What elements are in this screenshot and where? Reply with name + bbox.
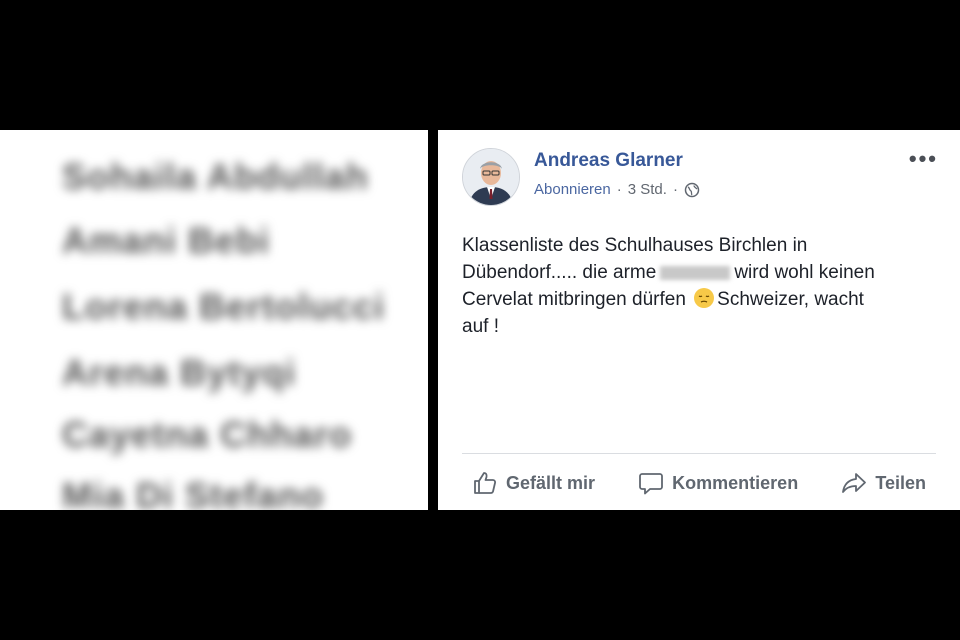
blurred-name: Mia Di Stefano (62, 475, 325, 510)
post-text-line3a: Cervelat mitbringen dürfen (462, 289, 686, 310)
share-label: Teilen (875, 472, 926, 493)
post-text-line4: auf ! (462, 316, 499, 337)
comment-button[interactable]: Kommentieren (638, 470, 798, 496)
blurred-name: Lorena Bertolucci (62, 286, 386, 327)
post-text-line2a: Dübendorf..... die arme (462, 262, 657, 283)
avatar[interactable] (462, 148, 520, 206)
meta-separator: · (616, 181, 622, 198)
blurred-name: Amani Bebi (62, 220, 271, 261)
redacted-name (660, 265, 731, 280)
class-list-panel: Sohaila Abdullah Amani Bebi Lorena Berto… (0, 130, 428, 510)
post-meta: Abonnieren · 3 Std. · (534, 181, 700, 198)
post-timestamp[interactable]: 3 Std. (628, 181, 667, 198)
facebook-post: Andreas Glarner Abonnieren · 3 Std. · ••… (438, 130, 960, 510)
share-icon (842, 473, 867, 493)
meta-separator: · (672, 181, 678, 198)
share-button[interactable]: Teilen (841, 470, 926, 496)
post-body: Klassenliste des Schulhauses Birchlen in… (462, 232, 942, 340)
blurred-name: Cayetna Chharo (62, 414, 353, 455)
like-label: Gefällt mir (506, 472, 596, 493)
panel-divider (428, 130, 438, 510)
avatar-portrait (463, 149, 519, 205)
more-options-icon[interactable]: ••• (909, 148, 938, 170)
post-action-bar: Gefällt mir Kommentieren Teilen (462, 453, 936, 510)
comment-label: Kommentieren (672, 472, 799, 493)
post-author-name[interactable]: Andreas Glarner (534, 150, 683, 172)
sad-emoji-icon (693, 287, 715, 309)
globe-icon (684, 182, 700, 198)
blurred-name: Arena Bytyqi (62, 352, 297, 393)
post-text-line3b: Schweizer, wacht (717, 289, 864, 310)
comment-icon (639, 473, 664, 495)
like-button[interactable]: Gefällt mir (472, 470, 595, 496)
like-icon (474, 472, 497, 494)
blurred-name: Sohaila Abdullah (62, 156, 369, 197)
post-text-line2b: wird wohl keinen (734, 262, 875, 283)
post-text-line1: Klassenliste des Schulhauses Birchlen in (462, 235, 808, 256)
follow-link[interactable]: Abonnieren (534, 181, 611, 198)
